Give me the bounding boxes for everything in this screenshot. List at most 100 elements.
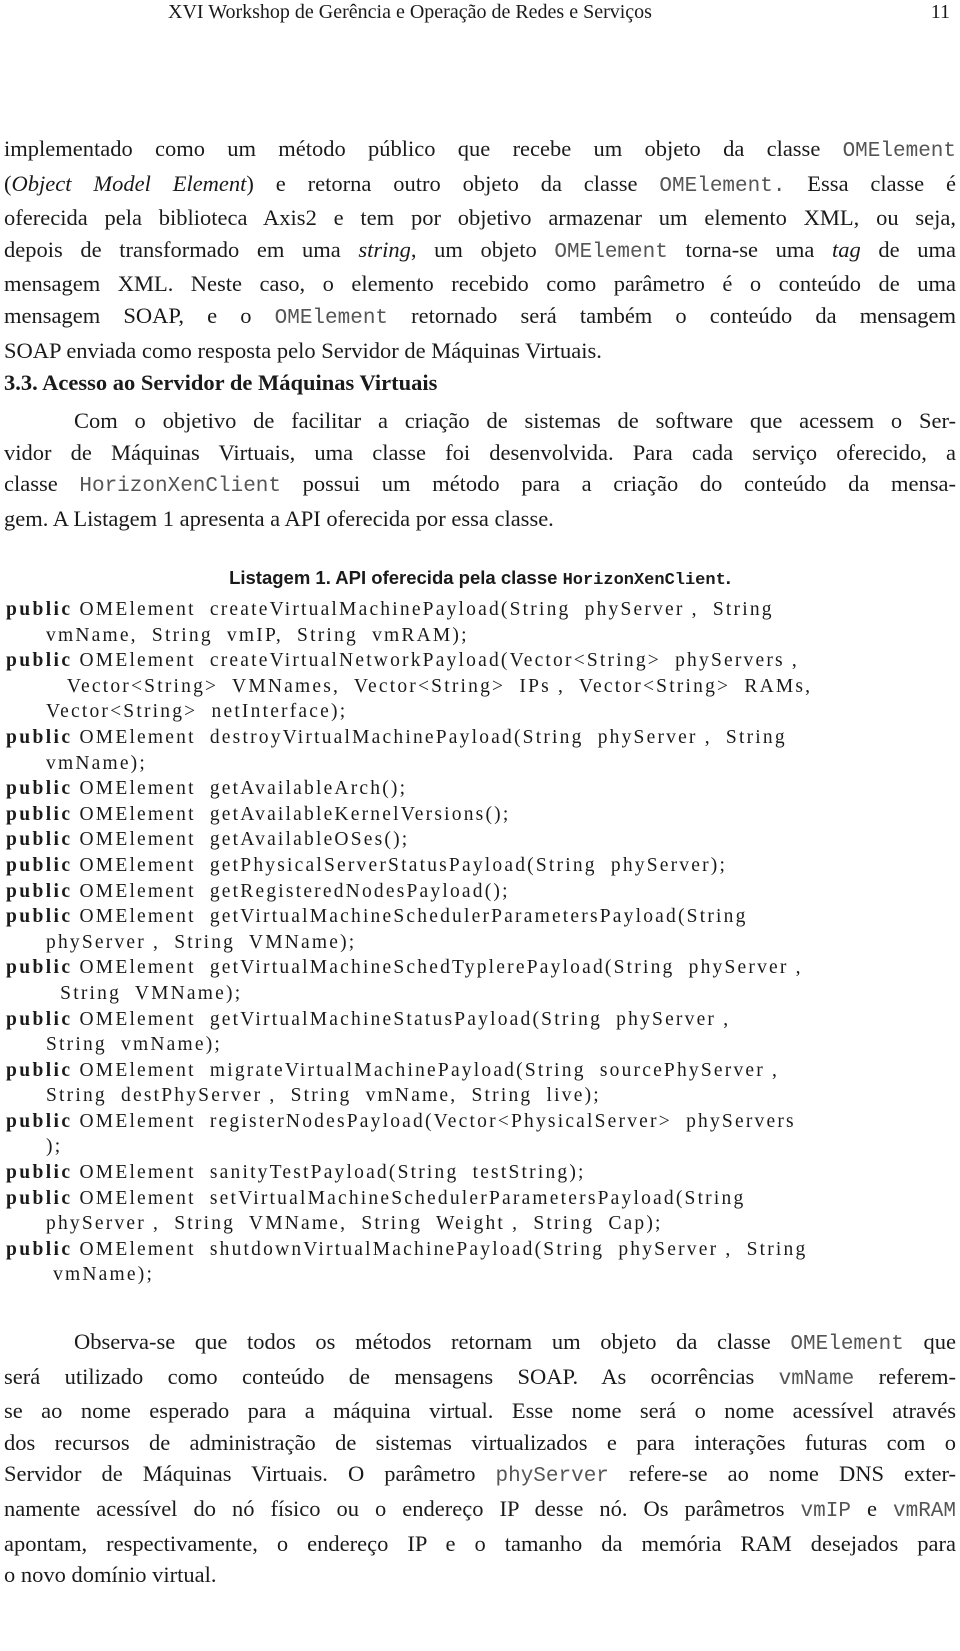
text-line: (Object Model Element) e retorna outro o… [4, 168, 956, 203]
code-listing: public OMElement createVirtualMachinePay… [6, 597, 956, 1288]
text-run: classe [4, 471, 80, 497]
text-run: Observa-se que todos os métodos retornam… [74, 1329, 791, 1354]
text-line: vidor de Máquinas Virtuais, uma classe f… [4, 437, 956, 469]
text-run: Servidor de Máquinas Virtuais. O parâmet… [4, 1461, 496, 1487]
text-run: retornado será também o conteúdo da mens… [388, 302, 956, 328]
code-text: OMElement getAvailableKernelVersions(); [72, 803, 511, 825]
text-run: Com o objetivo de facilitar a criação de… [74, 408, 956, 433]
inline-code: OMElement [790, 1333, 904, 1356]
method-signature: public OMElement getVirtualMachineSchedu… [6, 904, 956, 930]
text-run: oferecida pela biblioteca Axis2 e tem po… [4, 205, 956, 231]
code-text: OMElement shutdownVirtualMachinePayload(… [72, 1238, 808, 1260]
text-line: apontam, respectivamente, o endereço IP … [4, 1528, 956, 1560]
code-text: vmName, String vmIP, String vmRAM); [46, 624, 469, 646]
code-text: OMElement getRegisteredNodesPayload(); [72, 880, 510, 902]
text-run: torna-se uma [667, 236, 832, 262]
text-line: Servidor de Máquinas Virtuais. O parâmet… [4, 1458, 956, 1493]
text-line: oferecida pela biblioteca Axis2 e tem po… [4, 202, 956, 234]
keyword-public: public [6, 854, 73, 876]
listing-caption-class: HorizonXenClient [562, 571, 726, 590]
code-text: OMElement sanityTestPayload(String testS… [72, 1162, 586, 1184]
method-signature: public OMElement getRegisteredNodesPaylo… [6, 879, 956, 905]
keyword-public: public [6, 1059, 73, 1081]
method-signature-continuation: phyServer , String VMName, String Weight… [6, 1211, 956, 1237]
method-signature-continuation: String destPhyServer , String vmName, St… [6, 1083, 956, 1109]
method-signature: public OMElement getAvailableArch(); [6, 776, 956, 802]
text-run: o novo domínio virtual. [4, 1562, 217, 1588]
method-signature: public OMElement migrateVirtualMachinePa… [6, 1058, 956, 1084]
code-text: OMElement getVirtualMachineStatusPayload… [72, 1008, 731, 1030]
inline-code: vmName [778, 1367, 855, 1391]
keyword-public: public [6, 880, 73, 902]
text-run: possui um método para a criação do conte… [281, 471, 956, 497]
code-text: phyServer , String VMName, String Weight… [46, 1213, 663, 1235]
text-run: dos recursos de administração de sistema… [4, 1429, 956, 1455]
code-text: Vector<String> netInterface); [46, 701, 348, 723]
text-run: namente acessível do nó físico ou o ende… [4, 1495, 801, 1521]
inline-code: OMElement [842, 140, 956, 163]
keyword-public: public [6, 829, 73, 851]
text-line: dos recursos de administração de sistema… [4, 1427, 956, 1459]
method-signature: public OMElement getAvailableKernelVersi… [6, 802, 956, 828]
code-text: phyServer , String VMName); [46, 931, 357, 953]
inline-code: phyServer [495, 1465, 609, 1489]
text-run: SOAP enviada como resposta pelo Servidor… [4, 337, 602, 363]
inline-code: OMElement. [659, 174, 786, 198]
code-text: OMElement getAvailableArch(); [72, 778, 408, 800]
code-text: vmName); [46, 752, 147, 774]
inline-code: vmIP [800, 1499, 851, 1523]
running-head: XVI Workshop de Gerência e Operação de R… [0, 0, 960, 26]
italic-term: Object Model Element [11, 170, 247, 196]
page-number: 11 [930, 1, 950, 23]
method-signature-continuation: Vector<String> VMNames, Vector<String> I… [6, 674, 956, 700]
code-text: OMElement createVirtualNetworkPayload(Ve… [72, 650, 799, 672]
text-line: se ao nome esperado para a máquina virtu… [4, 1395, 956, 1427]
text-run: refere-se ao nome DNS exter- [608, 1461, 957, 1487]
code-text: OMElement migrateVirtualMachinePayload(S… [72, 1059, 780, 1081]
text-run: será utilizado como conteúdo de mensagen… [4, 1363, 779, 1389]
keyword-public: public [6, 1187, 73, 1209]
text-run: apontam, respectivamente, o endereço IP … [4, 1530, 956, 1556]
listing-caption-text: Listagem 1. API oferecida pela classe [229, 567, 563, 588]
method-signature-continuation: String vmName); [6, 1032, 956, 1058]
code-text: String VMName); [46, 982, 243, 1004]
code-text: OMElement createVirtualMachinePayload(St… [72, 599, 774, 620]
italic-term: string [358, 236, 411, 262]
method-signature: public OMElement shutdownVirtualMachineP… [6, 1237, 956, 1263]
text-run: Essa classe é [785, 170, 956, 196]
code-text: String destPhyServer , String vmName, St… [46, 1085, 601, 1107]
code-text: OMElement getPhysicalServerStatusPayload… [72, 854, 728, 876]
text-run: mensagem XML. Neste caso, o elemento rec… [4, 271, 956, 297]
code-text: OMElement getVirtualMachineSchedulerPara… [72, 906, 748, 928]
keyword-public: public [6, 957, 73, 979]
text-run: ) e retorna outro objeto da classe [246, 170, 660, 196]
text-line: mensagem XML. Neste caso, o elemento rec… [4, 268, 956, 300]
code-text: OMElement getAvailableOSes(); [72, 829, 410, 851]
text-run: de uma [860, 236, 956, 262]
text-line: será utilizado como conteúdo de mensagen… [4, 1361, 956, 1396]
text-line: depois de transformado em uma string, um… [4, 234, 956, 269]
method-signature: public OMElement getVirtualMachineSchedT… [6, 955, 956, 981]
section-number: 3.3. [4, 370, 38, 395]
method-signature-continuation: vmName); [6, 751, 956, 777]
section-title: Acesso ao Servidor de Máquinas Virtuais [42, 370, 438, 395]
keyword-public: public [6, 778, 73, 800]
paragraph-section-intro: Com o objetivo de facilitar a criação de… [4, 405, 956, 534]
text-run: vidor de Máquinas Virtuais, uma classe f… [4, 439, 956, 465]
listing-caption-end: . [725, 567, 731, 588]
text-line: SOAP enviada como resposta pelo Servidor… [4, 335, 956, 367]
paragraph-omelement-description: implementado como um método público que … [4, 133, 956, 366]
text-line: o novo domínio virtual. [4, 1559, 956, 1591]
text-line: Com o objetivo de facilitar a criação de… [4, 405, 956, 437]
method-signature-continuation: vmName, String vmIP, String vmRAM); [6, 623, 956, 649]
listing-caption: Listagem 1. API oferecida pela classe Ho… [0, 565, 960, 594]
method-signature-continuation: vmName); [6, 1262, 956, 1288]
keyword-public: public [6, 1238, 73, 1260]
inline-code: HorizonXenClient [79, 475, 282, 499]
text-line: classe HorizonXenClient possui um método… [4, 468, 956, 503]
text-run: mensagem SOAP, e o [4, 302, 275, 328]
code-text: OMElement setVirtualMachineSchedulerPara… [72, 1187, 746, 1209]
text-run: referem- [854, 1363, 956, 1389]
section-heading: 3.3. Acesso ao Servidor de Máquinas Virt… [4, 368, 437, 398]
text-run: ( [4, 170, 12, 196]
